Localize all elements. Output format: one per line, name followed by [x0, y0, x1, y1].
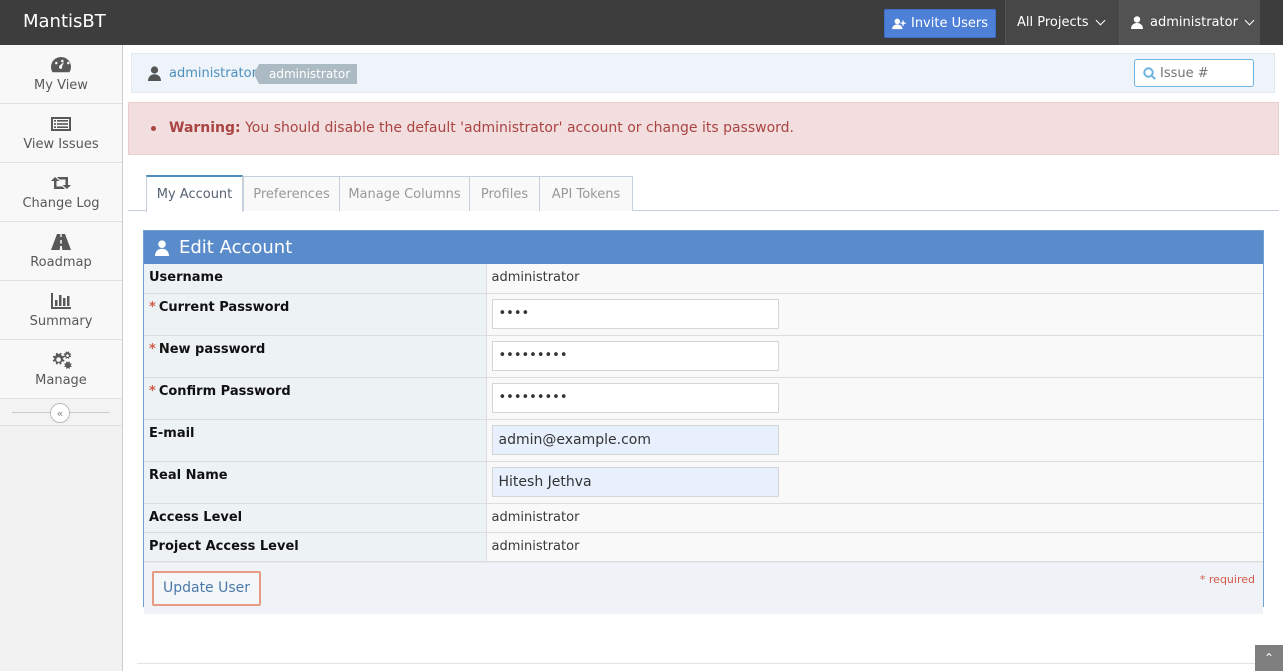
- user-menu-dropdown[interactable]: administrator: [1120, 0, 1260, 45]
- warning-message: You should disable the default 'administ…: [245, 120, 794, 136]
- sidebar-item-label: View Issues: [23, 136, 99, 152]
- sidebar-collapse-bar: «: [0, 399, 122, 426]
- edit-account-panel: Edit Account Username administrator * Cur…: [143, 230, 1264, 614]
- list-icon: [51, 116, 71, 131]
- bullet-icon: [151, 126, 156, 131]
- retweet-icon: [51, 176, 71, 189]
- realname-cell: [486, 461, 1263, 504]
- form-footer: Update User * required: [144, 561, 1263, 614]
- account-tabs: My Account Preferences Manage Columns Pr…: [128, 175, 1279, 212]
- dashboard-icon: [51, 56, 71, 72]
- warning-text: Warning: You should disable the default …: [169, 120, 794, 136]
- current-password-label: * Current Password: [144, 293, 487, 336]
- sidebar-item-label: Roadmap: [30, 254, 92, 270]
- double-angle-left-icon[interactable]: «: [50, 403, 70, 423]
- breadcrumb-user-link[interactable]: administrator: [169, 66, 257, 81]
- required-marker: *: [149, 383, 156, 399]
- bar-chart-icon: [51, 292, 71, 309]
- gears-icon: [52, 350, 72, 369]
- sidebar-item-label: Manage: [35, 372, 87, 388]
- sidebar-item-my-view[interactable]: My View: [0, 45, 122, 104]
- user-icon: [155, 239, 169, 256]
- access-level-label: Access Level: [144, 503, 487, 533]
- tab-my-account[interactable]: My Account: [146, 175, 243, 212]
- sidebar-item-roadmap[interactable]: Roadmap: [0, 222, 122, 281]
- label-text: Current Password: [158, 299, 290, 315]
- edit-account-title: Edit Account: [179, 237, 293, 258]
- project-access-level-value: administrator: [486, 532, 1263, 562]
- warning-alert: Warning: You should disable the default …: [128, 102, 1279, 155]
- tab-preferences[interactable]: Preferences: [243, 176, 340, 211]
- issue-search-box: [1134, 59, 1254, 87]
- tab-profiles[interactable]: Profiles: [469, 176, 540, 211]
- warning-label: Warning:: [169, 120, 241, 136]
- user-menu-label: administrator: [1150, 15, 1238, 30]
- table-row: * Confirm Password: [144, 377, 1263, 420]
- new-password-cell: [486, 335, 1263, 378]
- access-level-value: administrator: [486, 503, 1263, 533]
- required-marker: *: [149, 341, 156, 357]
- table-row: Access Level administrator: [144, 503, 1263, 533]
- table-row: * Current Password: [144, 293, 1263, 336]
- table-row: Project Access Level administrator: [144, 532, 1263, 562]
- sidebar-item-manage[interactable]: Manage: [0, 340, 122, 399]
- chevron-down-icon: [1244, 15, 1255, 26]
- search-icon: [1143, 66, 1156, 80]
- brand-logo[interactable]: MantisBT: [23, 11, 106, 32]
- invite-users-button[interactable]: Invite Users: [884, 9, 996, 38]
- sidebar: My View View Issues Change Log Roadmap S…: [0, 45, 123, 671]
- sidebar-item-change-log[interactable]: Change Log: [0, 163, 122, 222]
- username-label: Username: [144, 264, 487, 294]
- road-icon: [51, 233, 71, 250]
- project-selector-label: All Projects: [1017, 15, 1089, 30]
- new-password-label: * New password: [144, 335, 487, 378]
- email-cell: [486, 419, 1263, 462]
- page-divider: [137, 663, 1270, 664]
- project-selector-dropdown[interactable]: All Projects: [1006, 0, 1119, 45]
- realname-label: Real Name: [144, 461, 487, 504]
- tab-api-tokens[interactable]: API Tokens: [539, 176, 633, 211]
- access-level-badge: administrator: [253, 64, 358, 84]
- double-angle-up-icon: ⌃: [1263, 651, 1275, 665]
- username-value: administrator: [486, 264, 1263, 294]
- current-password-cell: [486, 293, 1263, 336]
- tab-manage-columns[interactable]: Manage Columns: [339, 176, 470, 211]
- top-navbar: MantisBT Invite Users All Projects admin…: [0, 0, 1283, 45]
- table-row: * New password: [144, 335, 1263, 378]
- table-row: E-mail: [144, 419, 1263, 462]
- sidebar-item-label: My View: [34, 77, 88, 93]
- sidebar-item-summary[interactable]: Summary: [0, 281, 122, 340]
- update-user-button[interactable]: Update User: [152, 570, 261, 606]
- required-marker: *: [149, 299, 156, 315]
- user-icon: [1131, 16, 1143, 29]
- sidebar-item-label: Summary: [29, 313, 93, 329]
- invite-users-label: Invite Users: [910, 16, 988, 31]
- user-icon: [148, 66, 161, 81]
- email-label: E-mail: [144, 419, 487, 462]
- new-password-field[interactable]: [491, 340, 779, 371]
- label-text: New password: [158, 341, 266, 357]
- sidebar-item-label: Change Log: [22, 195, 100, 211]
- confirm-password-cell: [486, 377, 1263, 420]
- scroll-to-top-button[interactable]: ⌃: [1255, 645, 1283, 671]
- label-text: Confirm Password: [158, 383, 291, 399]
- required-note: * required: [1199, 572, 1255, 586]
- confirm-password-label: * Confirm Password: [144, 377, 487, 420]
- email-field[interactable]: [491, 424, 779, 455]
- table-row: Username administrator: [144, 264, 1263, 294]
- account-form-table: Username administrator * Current Password…: [144, 264, 1263, 562]
- breadcrumb: administrator administrator: [131, 53, 1275, 93]
- realname-field[interactable]: [491, 466, 779, 497]
- issue-number-input[interactable]: [1160, 65, 1250, 81]
- chevron-down-icon: [1095, 15, 1105, 26]
- sidebar-item-view-issues[interactable]: View Issues: [0, 104, 122, 163]
- confirm-password-field[interactable]: [491, 382, 779, 413]
- project-access-level-label: Project Access Level: [144, 532, 487, 562]
- edit-account-header: Edit Account: [144, 231, 1263, 264]
- user-plus-icon: [892, 18, 906, 29]
- current-password-field[interactable]: [491, 298, 779, 329]
- table-row: Real Name: [144, 461, 1263, 504]
